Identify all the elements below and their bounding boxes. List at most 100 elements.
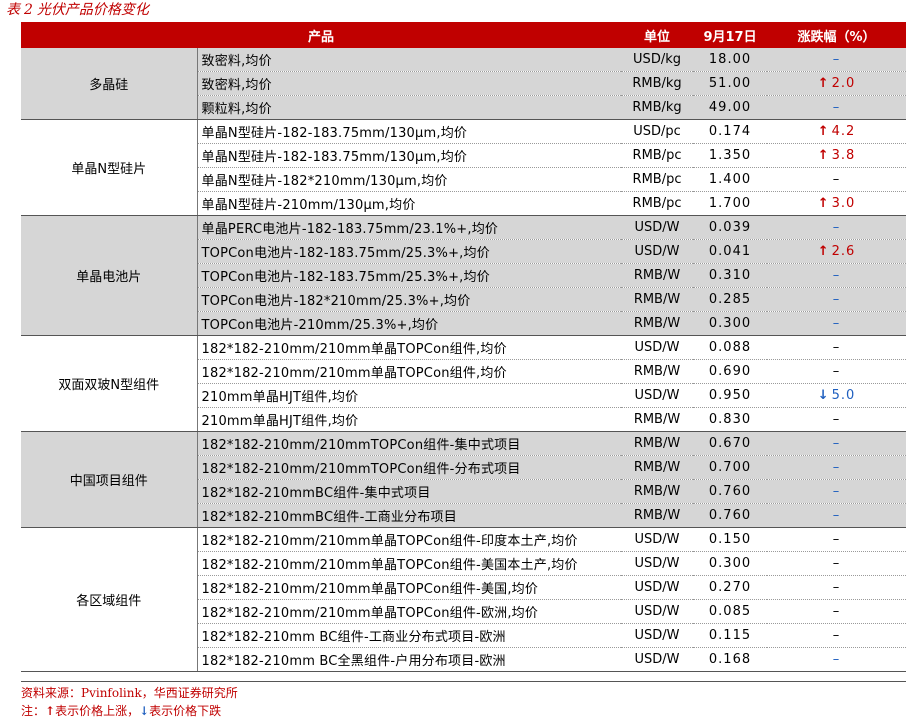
price-table: 产品 单位 9月17日 涨跌幅（%） 多晶硅 致密料,均价 USD/kg 18.00 –… [21,22,907,672]
product-cell: 182*182-210mmBC组件-工商业分布项目 [197,503,622,528]
table-title: 表 2 光伏产品价格变化 [6,0,149,22]
product-cell: 182*182-210mm/210mm单晶TOPCon组件-美国,均价 [201,582,539,597]
up-arrow-icon: ↑ [817,124,830,139]
change-value: 5.0 [831,388,856,403]
price-cell: 1.400 [708,172,752,187]
unit-cell: RMB/pc [632,196,682,211]
price-cell: 0.760 [693,479,768,504]
no-change-dash: – [832,292,841,307]
up-arrow-icon: ↑ [817,196,830,211]
category-cell: 单晶电池片 [21,215,198,336]
price-cell: 0.285 [693,287,768,312]
change-cell: – [767,431,907,456]
table-row: 单晶电池片 单晶PERC电池片-182-183.75mm/23.1%+,均价 USD… [21,215,907,336]
product-cell: 210mm单晶HJT组件,均价 [201,414,359,429]
table-row: 单晶N型硅片 单晶N型硅片-182-183.75mm/130μm,均价 USD/pc… [21,119,907,216]
change-cell: ↑ 3.8 [767,144,906,168]
price-cell: 0.041 [693,239,768,264]
change-cell: – [767,215,907,240]
table-row: 中国项目组件 182*182-210mm/210mmTOPCon组件-集中式项目 R… [21,431,907,528]
unit-cell: RMB/W [621,287,694,312]
product-cell: 单晶N型硅片-182-183.75mm/130μm,均价 [201,126,468,141]
unit-cell: USD/W [634,556,680,571]
no-change-dash: – [832,604,841,619]
category-cell: 各区域组件 [21,527,198,672]
change-cell: – [767,360,906,384]
price-cell: 0.085 [708,604,752,619]
no-change-dash: – [832,340,841,355]
table-body: 多晶硅 致密料,均价 USD/kg 18.00– 致密料,均价 RMB/kg 51.00 ↑ 2… [21,48,907,672]
no-change-dash: – [832,412,841,427]
unit-cell: USD/W [634,652,680,667]
product-cell: TOPCon电池片-182-183.75mm/25.3%+,均价 [197,263,622,288]
product-cell: 单晶PERC电池片-182-183.75mm/23.1%+,均价 [197,215,622,240]
no-change-dash: – [832,556,841,571]
change-value: 4.2 [831,124,856,139]
price-cell: 1.700 [708,196,752,211]
product-cell: 182*182-210mm BC组件-工商业分布式项目-欧洲 [201,630,506,645]
change-cell: – [767,648,906,672]
product-cell: 210mm单晶HJT组件,均价 [201,390,359,405]
no-change-dash: – [832,220,841,235]
category-cell: 单晶N型硅片 [21,119,198,216]
price-cell: 0.950 [708,388,752,403]
source-note: 资料来源：Pvinfolink，华西证券研究所 [21,686,238,700]
change-cell: ↓ 5.0 [767,384,906,408]
category-cell: 双面双玻N型组件 [21,335,198,432]
change-cell: – [767,168,906,192]
table-header-row: 产品 单位 9月17日 涨跌幅（%） [21,22,907,48]
unit-cell: USD/W [634,388,680,403]
price-cell: 0.174 [708,124,752,139]
unit-cell: USD/W [634,604,680,619]
product-cell: 182*182-210mm/210mmTOPCon组件-集中式项目 [197,431,622,456]
change-cell: ↑ 3.0 [767,192,906,216]
note-prefix: 注： [21,704,46,718]
unit-cell: USD/W [634,580,680,595]
product-cell: 致密料,均价 [197,71,622,96]
change-cell: – [767,48,907,72]
product-cell: 182*182-210mm/210mm单晶TOPCon组件-欧洲,均价 [201,606,539,621]
product-cell: 单晶N型硅片-182*210mm/130μm,均价 [201,174,448,189]
price-cell: 18.00 [693,48,768,72]
price-cell: 51.00 [693,71,768,96]
header-change: 涨跌幅（%） [767,22,907,48]
change-cell: – [767,576,906,600]
price-cell: 0.039 [693,215,768,240]
product-cell: 182*182-210mm/210mm单晶TOPCon组件-美国本土产,均价 [201,558,578,573]
no-change-dash: – [832,316,841,331]
no-change-dash: – [832,484,841,499]
unit-cell: RMB/W [621,503,694,528]
price-cell: 0.690 [708,364,752,379]
price-cell: 0.150 [708,532,752,547]
no-change-dash: – [832,52,841,67]
product-cell: 182*182-210mm BC全黑组件-户用分布项目-欧洲 [201,654,506,669]
unit-cell: USD/pc [633,124,681,139]
up-legend-text: 表示价格上涨， [55,704,140,718]
change-cell: – [767,455,907,480]
price-cell: 0.115 [708,628,752,643]
change-cell: – [767,600,906,624]
change-cell: – [767,528,906,552]
unit-cell: USD/W [634,340,680,355]
table-title-number: 2 [24,2,33,18]
change-value: 2.0 [831,76,856,91]
no-change-dash: – [832,268,841,283]
change-cell: – [767,408,906,432]
product-cell: 单晶N型硅片-182-183.75mm/130μm,均价 [201,150,468,165]
up-arrow-icon: ↑ [817,148,830,163]
down-legend-text: 表示价格下跌 [149,704,222,718]
header-date: 9月17日 [693,22,768,48]
price-cell: 0.088 [708,340,752,355]
change-value: 3.0 [831,196,856,211]
unit-cell: RMB/pc [632,172,682,187]
product-cell: 182*182-210mm/210mm单晶TOPCon组件-印度本土产,均价 [201,534,578,549]
price-cell: 0.670 [693,431,768,456]
change-value: 3.8 [831,148,856,163]
legend-note: 注：↑表示价格上涨，↓表示价格下跌 [21,702,906,720]
no-change-dash: – [832,172,841,187]
price-cell: 0.310 [693,263,768,288]
product-cell: 182*182-210mm/210mm单晶TOPCon组件,均价 [201,366,507,381]
no-change-dash: – [832,652,841,667]
price-cell: 0.700 [693,455,768,480]
up-arrow-icon: ↑ [45,704,56,718]
